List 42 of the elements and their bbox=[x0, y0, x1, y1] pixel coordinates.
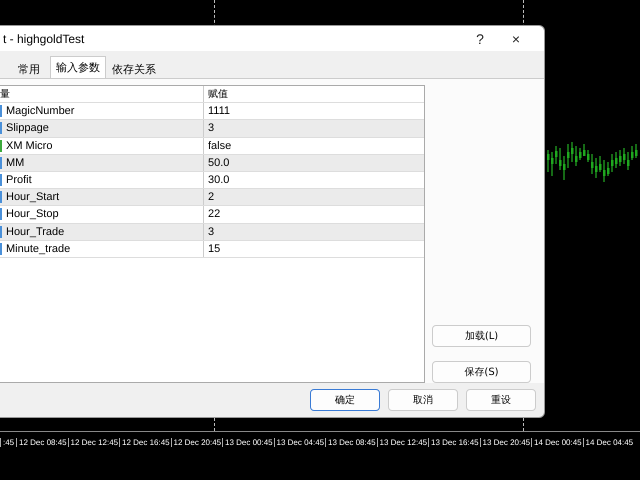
time-label: 13 Dec 20:45 bbox=[480, 438, 531, 446]
table-cell-text: XM Micro bbox=[5, 138, 52, 154]
table-cell-text: 2 bbox=[207, 190, 216, 206]
time-label: 13 Dec 00:45 bbox=[222, 438, 274, 446]
dialog-button[interactable]: 重设 bbox=[466, 389, 536, 411]
time-label: 13 Dec 16:45 bbox=[428, 438, 480, 446]
table-cell-text: Slippage bbox=[5, 121, 49, 136]
table-cell-text: 3 bbox=[207, 224, 216, 240]
table-cell-text: false bbox=[207, 138, 232, 154]
table-cell-text: 50.0 bbox=[207, 156, 230, 171]
load-button[interactable]: 加载(L) bbox=[432, 325, 531, 347]
time-label: 14 Dec 00:45 bbox=[531, 438, 582, 446]
table-cell-text: MagicNumber bbox=[5, 104, 74, 120]
table-cell-text: Minute_trade bbox=[5, 242, 70, 257]
window-title: t - highgoldTest bbox=[3, 32, 86, 46]
table-cell-text: 22 bbox=[207, 207, 222, 222]
time-label: 13 Dec 08:45 bbox=[325, 438, 376, 446]
time-label: :45 bbox=[0, 438, 16, 446]
table-cell-text: Hour_Stop bbox=[5, 207, 59, 222]
table-cell-text: MM bbox=[5, 156, 24, 171]
close-button[interactable]: × bbox=[498, 28, 534, 50]
table-cell-text: Profit bbox=[5, 173, 32, 188]
save-button[interactable]: 保存(S) bbox=[432, 361, 531, 383]
column-header: 赋值 bbox=[208, 88, 228, 102]
time-label: 13 Dec 04:45 bbox=[274, 438, 325, 446]
time-label: 12 Dec 20:45 bbox=[170, 438, 222, 446]
table-cell-text: 1111 bbox=[207, 104, 232, 120]
time-label: 12 Dec 08:45 bbox=[16, 438, 68, 446]
dialog-button[interactable]: 确定 bbox=[310, 389, 380, 411]
tab[interactable]: 输入参数 bbox=[50, 56, 106, 78]
time-label: 14 Dec 04:45 bbox=[582, 438, 634, 446]
table-cell-text: 15 bbox=[207, 242, 222, 257]
table-cell-text: 3 bbox=[207, 121, 216, 136]
help-button[interactable]: ? bbox=[462, 28, 498, 50]
table-cell-text: 30.0 bbox=[207, 173, 230, 188]
table-cell-text: Hour_Start bbox=[5, 190, 60, 206]
column-header: 量 bbox=[0, 88, 10, 102]
time-label: 12 Dec 16:45 bbox=[119, 438, 170, 446]
time-label: 12 Dec 12:45 bbox=[68, 438, 119, 446]
time-label: 13 Dec 12:45 bbox=[376, 438, 428, 446]
dialog-button[interactable]: 取消 bbox=[388, 389, 458, 411]
table-cell-text: Hour_Trade bbox=[5, 224, 64, 240]
